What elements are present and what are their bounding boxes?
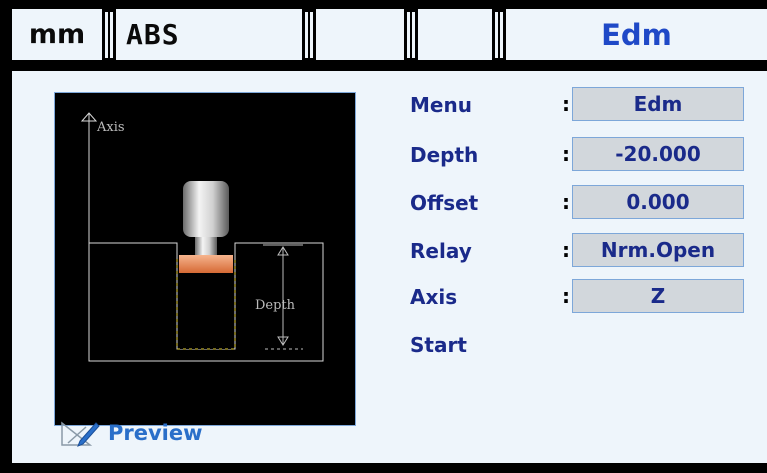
depth-label: Depth — [255, 298, 296, 313]
start-label[interactable]: Start — [410, 333, 467, 357]
content-panel: Axis Depth Menu : Edm Depth: -20.000 Of… — [12, 71, 767, 463]
screen-frame: mm ABS Edm Axis Depth Menu: Edm Depth:… — [0, 0, 767, 473]
param-row-depth: Depth : -20.000 — [410, 137, 767, 177]
function-label: Edm — [601, 17, 672, 52]
param-label: Menu — [410, 93, 472, 117]
electrode-holder — [183, 181, 229, 237]
preview-label: Preview — [108, 421, 203, 445]
header-bar: mm ABS Edm — [0, 0, 767, 63]
depth-field[interactable]: -20.000 — [572, 137, 744, 171]
tab-empty-2[interactable] — [418, 9, 492, 60]
tab-separator — [404, 0, 418, 63]
axis-field[interactable]: Z — [572, 279, 744, 313]
electrode-shank — [195, 237, 217, 255]
edm-diagram: Axis Depth — [54, 92, 356, 426]
tab-unit[interactable]: mm — [12, 9, 102, 60]
param-label: Depth — [410, 143, 479, 167]
tab-function[interactable]: Edm — [506, 9, 767, 60]
offset-field[interactable]: 0.000 — [572, 185, 744, 219]
param-colon: : — [562, 142, 570, 166]
param-row-relay: Relay : Nrm.Open — [410, 233, 767, 273]
copper-electrode — [179, 255, 233, 273]
param-row-axis: Axis : Z — [410, 279, 767, 319]
tab-separator — [102, 0, 116, 63]
relay-field[interactable]: Nrm.Open — [572, 233, 744, 267]
param-colon: : — [562, 238, 570, 262]
param-row-offset: Offset : 0.000 — [410, 185, 767, 225]
param-colon: : — [562, 190, 570, 214]
param-label: Relay — [410, 239, 472, 263]
preview-button[interactable]: Preview — [60, 419, 260, 449]
param-label: Offset — [410, 191, 479, 215]
preview-pencil-icon — [61, 421, 100, 447]
tab-separator — [302, 0, 316, 63]
param-row-start[interactable]: Start — [410, 327, 767, 367]
param-row-menu: Menu : Edm — [410, 87, 767, 127]
menu-field[interactable]: Edm — [572, 87, 744, 121]
param-colon: : — [562, 284, 570, 308]
tab-empty-1[interactable] — [316, 9, 404, 60]
tab-separator — [492, 0, 506, 63]
axis-label: Axis — [96, 120, 125, 135]
mode-label: ABS — [126, 18, 180, 51]
param-colon: : — [562, 92, 570, 116]
param-label: Axis — [410, 285, 458, 309]
edm-diagram-svg: Axis Depth — [80, 112, 324, 362]
tab-mode[interactable]: ABS — [116, 9, 302, 60]
unit-label: mm — [28, 19, 86, 50]
